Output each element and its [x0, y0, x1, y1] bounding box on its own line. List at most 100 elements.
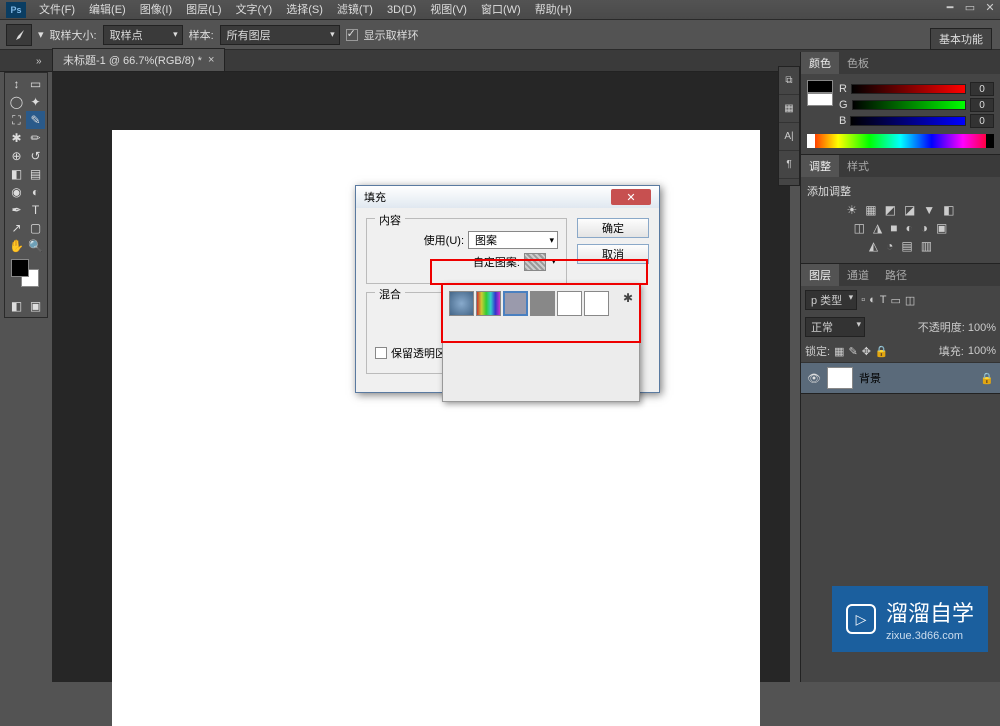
- r-slider[interactable]: [851, 84, 966, 94]
- menu-layer[interactable]: 图层(L): [179, 0, 228, 20]
- lock-trans-icon[interactable]: ▦: [834, 345, 844, 358]
- filter-smart-icon[interactable]: ◫: [905, 294, 915, 307]
- menu-file[interactable]: 文件(F): [32, 0, 82, 20]
- lock-all-icon[interactable]: 🔒: [875, 345, 889, 358]
- pattern-preview-dropdown[interactable]: [524, 253, 546, 271]
- marquee-tool[interactable]: ▭: [26, 75, 45, 93]
- filter-adj-icon[interactable]: ◐: [869, 294, 876, 306]
- maximize-button[interactable]: ▭: [960, 0, 980, 14]
- hand-tool[interactable]: ✋: [7, 237, 26, 255]
- zoom-tool[interactable]: 🔍: [26, 237, 45, 255]
- close-window-button[interactable]: ✕: [980, 0, 1000, 14]
- fill-value[interactable]: 100%: [968, 345, 996, 357]
- workspace-switcher[interactable]: 基本功能: [930, 28, 992, 50]
- menu-help[interactable]: 帮助(H): [528, 0, 579, 20]
- g-slider[interactable]: [852, 100, 966, 110]
- pattern-swatch-6[interactable]: [584, 291, 609, 316]
- eyedropper-tool[interactable]: ✎: [26, 111, 45, 129]
- mini-para-icon[interactable]: ¶: [779, 151, 799, 179]
- tab-swatches[interactable]: 色板: [839, 52, 877, 74]
- menu-edit[interactable]: 编辑(E): [82, 0, 133, 20]
- b-slider[interactable]: [850, 116, 966, 126]
- g-value[interactable]: 0: [970, 98, 994, 112]
- heal-tool[interactable]: ✱: [7, 129, 26, 147]
- tab-channels[interactable]: 通道: [839, 264, 877, 286]
- visibility-icon[interactable]: 👁: [807, 372, 821, 385]
- foreground-color-swatch[interactable]: [11, 259, 29, 277]
- filter-shape-icon[interactable]: ▭: [890, 294, 900, 307]
- pen-tool[interactable]: ✒: [7, 201, 26, 219]
- r-value[interactable]: 0: [970, 82, 994, 96]
- close-tab-icon[interactable]: ×: [208, 54, 214, 66]
- tab-adjustments[interactable]: 调整: [801, 155, 839, 177]
- ok-button[interactable]: 确定: [577, 218, 649, 238]
- menu-3d[interactable]: 3D(D): [380, 0, 423, 20]
- adjustment-icons-row2[interactable]: ◫◮■◐◑▣: [807, 221, 994, 235]
- lock-pixels-icon[interactable]: ✎: [848, 345, 857, 358]
- dialog-close-button[interactable]: ✕: [611, 189, 651, 205]
- screenmode-tool[interactable]: ▣: [26, 297, 45, 315]
- pattern-swatch-5[interactable]: [557, 291, 582, 316]
- layer-row-background[interactable]: 👁 背景 🔒: [801, 363, 1000, 393]
- tab-styles[interactable]: 样式: [839, 155, 877, 177]
- menu-text[interactable]: 文字(Y): [229, 0, 280, 20]
- minimize-button[interactable]: ━: [940, 0, 960, 14]
- menu-image[interactable]: 图像(I): [133, 0, 179, 20]
- mini-swatches-icon[interactable]: ▦: [779, 95, 799, 123]
- menu-filter[interactable]: 滤镜(T): [330, 0, 380, 20]
- sample-dropdown[interactable]: 所有图层: [220, 25, 340, 45]
- opacity-value[interactable]: 100%: [968, 322, 996, 334]
- foreground-background-swatches[interactable]: [9, 259, 43, 293]
- blur-tool[interactable]: ◉: [7, 183, 26, 201]
- eraser-tool[interactable]: ◧: [7, 165, 26, 183]
- tab-paths[interactable]: 路径: [877, 264, 915, 286]
- document-tab[interactable]: 未标题-1 @ 66.7%(RGB/8) * ×: [52, 48, 225, 71]
- spectrum-picker[interactable]: [807, 134, 994, 148]
- expand-toolbar-icon[interactable]: »: [36, 56, 42, 67]
- stamp-tool[interactable]: ⊕: [7, 147, 26, 165]
- use-dropdown[interactable]: 图案: [468, 231, 558, 249]
- adjustment-icons-row3[interactable]: ◭◔▤▥: [807, 239, 994, 253]
- color-preview-swatch[interactable]: [807, 80, 833, 130]
- lasso-tool[interactable]: ◯: [7, 93, 26, 111]
- brush-tool[interactable]: ✏: [26, 129, 45, 147]
- flyout-menu-icon[interactable]: ✱: [623, 291, 633, 305]
- dialog-titlebar[interactable]: 填充 ✕: [356, 186, 659, 208]
- filter-type-icon[interactable]: T: [880, 294, 887, 306]
- adjustment-icons-row1[interactable]: ☀▦◩◪▼◧: [807, 203, 994, 217]
- crop-tool[interactable]: ⛶: [7, 111, 26, 129]
- current-tool-icon[interactable]: [6, 24, 32, 46]
- layer-kind-dropdown[interactable]: p 类型: [805, 290, 857, 310]
- watermark-url: zixue.3d66.com: [886, 630, 974, 642]
- lock-pos-icon[interactable]: ✥: [862, 345, 871, 358]
- pattern-swatch-1[interactable]: [449, 291, 474, 316]
- type-tool[interactable]: T: [26, 201, 45, 219]
- mini-char-icon[interactable]: A|: [779, 123, 799, 151]
- window-controls: ━ ▭ ✕: [940, 0, 1000, 14]
- sample-size-dropdown[interactable]: 取样点: [103, 25, 183, 45]
- tab-color[interactable]: 颜色: [801, 52, 839, 74]
- pattern-swatch-2[interactable]: [476, 291, 501, 316]
- menu-window[interactable]: 窗口(W): [474, 0, 528, 20]
- pattern-swatch-3[interactable]: [503, 291, 528, 316]
- mini-history-icon[interactable]: ⧉: [779, 67, 799, 95]
- history-brush-tool[interactable]: ↺: [26, 147, 45, 165]
- b-value[interactable]: 0: [970, 114, 994, 128]
- filter-image-icon[interactable]: ▫: [861, 294, 865, 306]
- tab-layers[interactable]: 图层: [801, 264, 839, 286]
- shape-tool[interactable]: ▢: [26, 219, 45, 237]
- menu-view[interactable]: 视图(V): [423, 0, 474, 20]
- blend-mode-dropdown[interactable]: 正常: [805, 317, 865, 337]
- pattern-swatch-4[interactable]: [530, 291, 555, 316]
- move-tool[interactable]: ↕: [7, 75, 26, 93]
- preserve-trans-checkbox[interactable]: [375, 347, 387, 359]
- path-tool[interactable]: ↗: [7, 219, 26, 237]
- layer-thumbnail[interactable]: [827, 367, 853, 389]
- cancel-button[interactable]: 取消: [577, 244, 649, 264]
- wand-tool[interactable]: ✦: [26, 93, 45, 111]
- gradient-tool[interactable]: ▤: [26, 165, 45, 183]
- dodge-tool[interactable]: ◐: [26, 183, 45, 201]
- quickmask-tool[interactable]: ◧: [7, 297, 26, 315]
- show-ring-checkbox[interactable]: [346, 29, 358, 41]
- menu-select[interactable]: 选择(S): [279, 0, 330, 20]
